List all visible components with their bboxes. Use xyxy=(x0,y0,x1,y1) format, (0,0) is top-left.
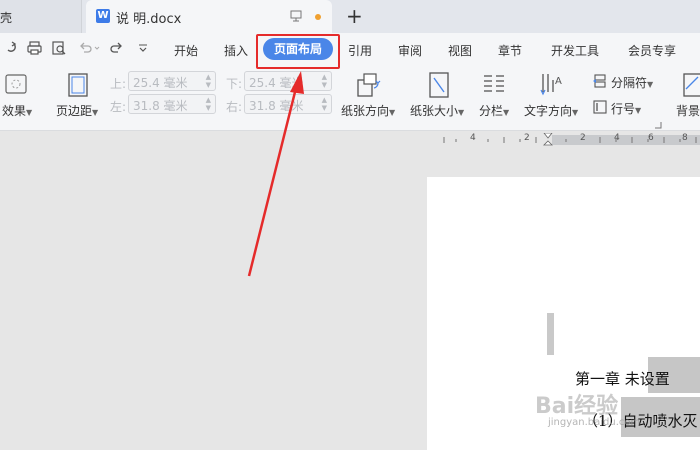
annotation-arrow-icon xyxy=(247,71,304,277)
